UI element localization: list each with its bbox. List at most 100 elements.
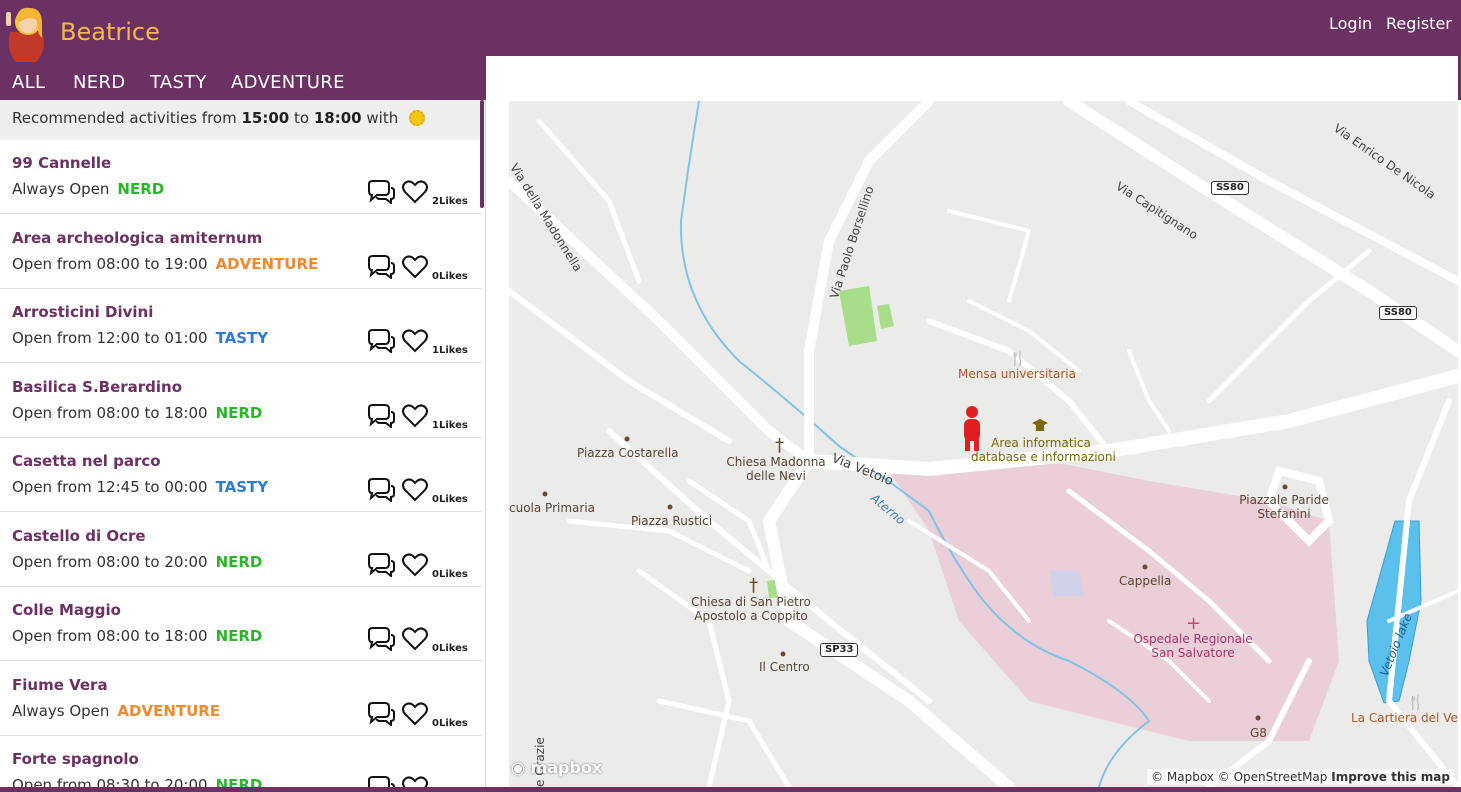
activity-name[interactable]: Casetta nel parco [12, 452, 161, 470]
activity-item[interactable]: Area archeologica amiternum Open from 08:… [0, 215, 482, 289]
improve-map-link[interactable]: Improve this map [1331, 770, 1450, 784]
sidebar-scrollbar[interactable] [480, 100, 484, 208]
svg-text:🍴: 🍴 [1009, 350, 1026, 367]
likes-count: 0Likes [432, 568, 468, 580]
heart-icon[interactable] [402, 403, 428, 428]
activity-item[interactable]: 99 Cannelle Always Open NERD 2Likes [0, 140, 482, 214]
likes-count: 0Likes [432, 494, 468, 505]
heart-icon[interactable] [402, 254, 428, 279]
comments-icon[interactable] [366, 478, 396, 504]
activity-item[interactable]: Basilica S.Berardino Open from 08:00 to 1… [0, 364, 482, 438]
activity-name[interactable]: Area archeologica amiternum [12, 229, 262, 247]
activity-category: TASTY [215, 329, 269, 347]
comments-icon[interactable] [366, 701, 396, 727]
map-label-mensa: Mensa universitaria [958, 367, 1076, 381]
activity-hours: Open from 12:00 to 01:00 TASTY [12, 329, 268, 347]
map-label-area-informatica: Area informatica database e informazioni [971, 436, 1116, 464]
likes-count: 1Likes [432, 419, 468, 431]
heart-icon[interactable] [402, 478, 428, 502]
activity-name[interactable]: Basilica S.Berardino [12, 378, 182, 396]
activity-name[interactable]: 99 Cannelle [12, 154, 111, 172]
activity-category: ADVENTURE [215, 254, 319, 273]
area-informatica-line-1: Area informatica [991, 436, 1091, 450]
activity-hours: Open from 08:00 to 18:00 NERD [12, 627, 262, 645]
svg-text:+: + [1186, 613, 1201, 634]
nav-tasty[interactable]: TASTY [150, 72, 207, 93]
svg-text:†: † [749, 575, 758, 596]
mapbox-logo-icon: ◉ [511, 758, 525, 777]
activity-item[interactable]: Colle Maggio Open from 08:00 to 18:00 NERD… [0, 587, 482, 661]
rec-to-word: to [294, 109, 310, 127]
activity-item[interactable]: Fiume Vera Always Open ADVENTURE 0Likes [0, 662, 482, 736]
activity-hours: Open from 12:45 to 00:00 TASTY [12, 478, 268, 496]
mapbox-logo-text: mapbox [530, 758, 603, 777]
chiesa-san-pietro-line-1: Chiesa di San Pietro [691, 595, 811, 609]
activity-hours-text: Open from 08:00 to 18:00 [12, 403, 208, 422]
map-view[interactable]: † † + 🍴 🍴 Via della Madonnella Via Paolo… [509, 101, 1458, 787]
heart-icon[interactable] [402, 329, 428, 353]
rec-from-time: 15:00 [241, 109, 290, 127]
comments-icon[interactable] [366, 254, 396, 280]
map-label-la-cartiera: La Cartiera del Vet [1351, 711, 1458, 725]
activity-name[interactable]: Fiume Vera [12, 676, 108, 694]
comments-icon[interactable] [366, 403, 396, 429]
nav-adventure[interactable]: ADVENTURE [231, 72, 345, 93]
map-label-ospedale: Ospedale Regionale San Salvatore [1129, 632, 1257, 660]
activity-category: NERD [117, 180, 165, 198]
brand-name[interactable]: Beatrice [60, 18, 160, 46]
heart-icon[interactable] [402, 552, 428, 577]
activity-hours-text: Always Open [12, 701, 110, 720]
piazzale-paride-line-1: Piazzale Paride [1239, 493, 1329, 507]
likes-count: 2Likes [432, 196, 468, 207]
attribution-mapbox[interactable]: © Mapbox [1151, 770, 1214, 784]
heart-icon[interactable] [402, 180, 428, 204]
activity-name[interactable]: Forte spagnolo [12, 750, 139, 768]
activity-hours-text: Open from 08:00 to 19:00 [12, 254, 208, 273]
likes-count: 0Likes [432, 270, 468, 282]
sun-icon [409, 110, 425, 126]
beatrice-logo [6, 7, 44, 62]
activity-hours: Open from 08:00 to 18:00 NERD [12, 404, 262, 422]
recommendation-bar: Recommended activities from 15:00 to 18:… [0, 100, 482, 140]
comments-icon[interactable] [366, 627, 396, 653]
activity-hours-text: Open from 12:45 to 00:00 [12, 478, 208, 496]
activity-name[interactable]: Castello di Ocre [12, 527, 146, 545]
likes-count: 0Likes [432, 643, 468, 654]
activity-item[interactable]: Forte spagnolo Open from 08:30 to 20:00 NE… [0, 736, 482, 792]
activity-hours-text: Open from 08:00 to 20:00 [12, 552, 208, 571]
chiesa-san-pietro-line-2: Apostolo a Coppito [694, 609, 808, 623]
heart-icon[interactable] [402, 627, 428, 651]
activity-name[interactable]: Colle Maggio [12, 601, 121, 619]
map-label-piazzale-paride: Piazzale Paride Stefanini [1229, 493, 1339, 521]
category-nav: ALL NERD TASTY ADVENTURE [0, 70, 486, 100]
bottom-border [0, 787, 1461, 792]
road-shield-sp33: SP33 [820, 643, 859, 657]
register-link[interactable]: Register [1386, 14, 1452, 33]
map-label-chiesa-madonna: Chiesa Madonna delle Nevi [723, 455, 829, 483]
activity-item[interactable]: Castello di Ocre Open from 08:00 to 20:00… [0, 513, 482, 587]
heart-icon[interactable] [402, 701, 428, 726]
activity-hours-text: Always Open [12, 180, 110, 198]
mapbox-logo[interactable]: ◉ mapbox [511, 758, 602, 777]
chiesa-madonna-line-1: Chiesa Madonna [726, 455, 826, 469]
activity-hours: Always Open ADVENTURE [12, 702, 220, 720]
map-attribution: © Mapbox © OpenStreetMap Improve this ma… [1147, 769, 1454, 785]
nav-all[interactable]: ALL [12, 72, 45, 93]
comments-icon[interactable] [366, 552, 396, 578]
activity-hours: Open from 08:00 to 20:00 NERD [12, 553, 262, 571]
comments-icon[interactable] [366, 329, 396, 355]
activity-name[interactable]: Arrosticini Divini [12, 303, 153, 321]
ospedale-line-2: San Salvatore [1151, 646, 1235, 660]
map-label-chiesa-san-pietro: Chiesa di San Pietro Apostolo a Coppito [685, 595, 817, 623]
activity-item[interactable]: Casetta nel parco Open from 12:45 to 00:0… [0, 438, 482, 512]
activity-category: NERD [215, 627, 263, 645]
activity-item[interactable]: Arrosticini Divini Open from 12:00 to 01:… [0, 289, 482, 363]
map-label-piazza-costarella: Piazza Costarella [577, 446, 679, 460]
activity-hours: Always Open NERD [12, 180, 164, 198]
comments-icon[interactable] [366, 180, 396, 206]
login-link[interactable]: Login [1329, 14, 1372, 33]
attribution-osm[interactable]: © OpenStreetMap [1218, 770, 1328, 784]
rec-prefix: Recommended activities from [12, 109, 237, 127]
road-shield-ss80-b: SS80 [1379, 306, 1417, 320]
nav-nerd[interactable]: NERD [73, 72, 125, 93]
